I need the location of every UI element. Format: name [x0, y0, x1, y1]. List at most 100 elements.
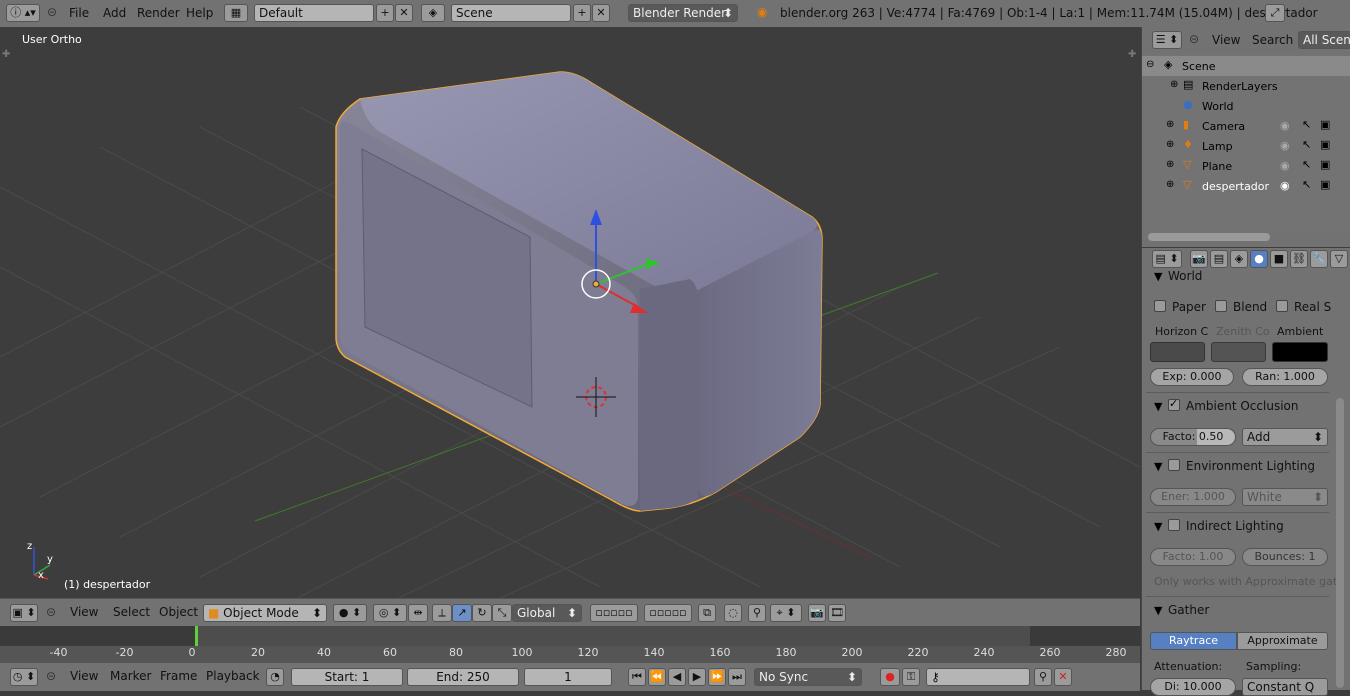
real-sky-checkbox[interactable]: [1276, 300, 1288, 312]
ao-blend-select[interactable]: Add ⬍: [1242, 428, 1328, 446]
3d-viewport[interactable]: z y x User Ortho (1) despertador ✚ ✚: [0, 27, 1140, 598]
horizon-color-swatch[interactable]: [1150, 342, 1205, 362]
expand-icon[interactable]: ⊕: [1166, 179, 1174, 190]
snap-element-select[interactable]: ⌖ ⬍: [770, 604, 802, 622]
editor-type-button[interactable]: ▣ ⬍: [10, 604, 38, 622]
end-frame-field[interactable]: End: 250: [407, 668, 519, 686]
visibility-eye-icon[interactable]: ◉: [1280, 139, 1290, 152]
select-cursor-icon[interactable]: ↖: [1302, 158, 1311, 171]
ambient-occlusion-checkbox[interactable]: ✓: [1168, 397, 1180, 411]
tree-label[interactable]: despertador: [1202, 180, 1269, 193]
sync-select[interactable]: No Sync ⬍: [754, 668, 862, 686]
distance-field[interactable]: Di: 10.000: [1150, 678, 1236, 696]
world-tab-icon[interactable]: ●: [1250, 250, 1268, 268]
blend-sky-checkbox[interactable]: [1215, 300, 1227, 312]
rotate-icon[interactable]: ↻: [472, 604, 492, 622]
display-filter-select[interactable]: All Scenes: [1298, 31, 1350, 49]
collapse-menu-icon[interactable]: ⊝: [47, 5, 57, 19]
current-frame-field[interactable]: 1: [524, 668, 612, 686]
menu-select[interactable]: Select: [113, 605, 150, 619]
add-layout-icon[interactable]: +: [376, 4, 394, 22]
collapse-arrow-icon[interactable]: ▼: [1154, 400, 1162, 413]
collapse-menu-icon[interactable]: ⊝: [1189, 32, 1199, 46]
keying-set-field[interactable]: ⚷: [926, 668, 1030, 686]
expand-icon[interactable]: ⊕: [1166, 119, 1174, 130]
render-engine-select[interactable]: Blender Render ⬍: [628, 4, 738, 22]
render-camera-icon[interactable]: ▣: [1320, 158, 1330, 171]
corner-plus-icon[interactable]: ✚: [1128, 49, 1136, 60]
expand-icon[interactable]: ⊕: [1170, 79, 1178, 90]
select-cursor-icon[interactable]: ↖: [1302, 178, 1311, 191]
render-camera-icon[interactable]: ▣: [1320, 118, 1330, 131]
collapse-menu-icon[interactable]: ⊝: [46, 669, 56, 683]
menu-file[interactable]: File: [69, 6, 89, 20]
tree-row-lamp[interactable]: ⊕ ♦ Lamp ◉ ↖ ▣: [1142, 136, 1350, 156]
tree-label[interactable]: Camera: [1202, 120, 1245, 133]
render-animation-icon[interactable]: 🎞: [828, 604, 846, 622]
jump-end-icon[interactable]: ⏭: [728, 668, 746, 686]
range-field[interactable]: Ran: 1.000: [1242, 368, 1328, 386]
expand-icon[interactable]: ⊖: [1146, 59, 1154, 70]
paper-sky-checkbox[interactable]: [1154, 300, 1166, 312]
start-frame-field[interactable]: Start: 1: [291, 668, 403, 686]
render-tab-icon[interactable]: 📷: [1190, 250, 1208, 268]
menu-playback[interactable]: Playback: [206, 669, 260, 683]
screen-layout-field[interactable]: Default: [254, 4, 374, 22]
properties-editor[interactable]: ▤ ⬍ 📷 ▤ ◈ ● ■ ⛓ 🔧 ▽ ▼ World Paper Blend …: [1141, 248, 1350, 696]
tree-label[interactable]: Plane: [1202, 160, 1232, 173]
editor-type-button[interactable]: ⓘ ▴▾: [6, 4, 40, 22]
snap-toggle-icon[interactable]: ⚲: [748, 604, 766, 622]
play-reverse-icon[interactable]: ◀: [668, 668, 686, 686]
tree-label[interactable]: Lamp: [1202, 140, 1233, 153]
select-cursor-icon[interactable]: ↖: [1302, 118, 1311, 131]
modifiers-tab-icon[interactable]: 🔧: [1310, 250, 1328, 268]
indirect-bounces-field[interactable]: Bounces: 1: [1242, 548, 1328, 566]
scene-icon[interactable]: ◈: [421, 4, 445, 22]
editor-type-button[interactable]: ☰ ⬍: [1152, 31, 1182, 49]
visibility-eye-icon[interactable]: ◉: [1280, 179, 1290, 192]
delete-keyframe-icon[interactable]: ✕: [1054, 668, 1072, 686]
approximate-button[interactable]: Approximate: [1237, 632, 1328, 650]
menu-search[interactable]: Search: [1252, 33, 1293, 47]
tree-row-despertador[interactable]: ⊕ ▽ despertador ◉ ↖ ▣: [1142, 176, 1350, 196]
menu-view[interactable]: View: [70, 605, 98, 619]
layers-grid-1[interactable]: ▫▫▫▫▫: [590, 604, 638, 622]
corner-plus-icon[interactable]: ✚: [2, 49, 10, 60]
exposure-field[interactable]: Exp: 0.000: [1150, 368, 1234, 386]
collapse-menu-icon[interactable]: ⊝: [46, 605, 56, 619]
raytrace-button[interactable]: Raytrace: [1150, 632, 1237, 650]
tree-label[interactable]: RenderLayers: [1202, 80, 1278, 93]
menu-view[interactable]: View: [70, 669, 98, 683]
remove-scene-icon[interactable]: ✕: [592, 4, 610, 22]
lock-layers-icon[interactable]: ⧉: [698, 604, 716, 622]
shading-select[interactable]: ● ⬍: [333, 604, 367, 622]
proportional-edit-icon[interactable]: ◌: [724, 604, 742, 622]
indirect-lighting-checkbox[interactable]: [1168, 519, 1180, 531]
tree-row-renderlayers[interactable]: ⊕ ▤ RenderLayers: [1142, 76, 1350, 96]
outliner-scrollbar[interactable]: [1148, 233, 1270, 241]
expand-icon[interactable]: ⊕: [1166, 159, 1174, 170]
layers-grid-2[interactable]: ▫▫▫▫▫: [644, 604, 692, 622]
scene-field[interactable]: Scene: [451, 4, 571, 22]
menu-object[interactable]: Object: [159, 605, 198, 619]
despertador-mesh[interactable]: [335, 71, 823, 512]
editor-type-button[interactable]: ▤ ⬍: [1152, 250, 1182, 268]
zenith-color-swatch[interactable]: [1211, 342, 1266, 362]
pivot-select[interactable]: ◎ ⬍: [373, 604, 407, 622]
jump-keyframe-back-icon[interactable]: ⏪: [648, 668, 666, 686]
render-camera-icon[interactable]: ▣: [1320, 138, 1330, 151]
render-camera-icon[interactable]: ▣: [1320, 178, 1330, 191]
tree-label[interactable]: World: [1202, 100, 1234, 113]
data-tab-icon[interactable]: ▽: [1330, 250, 1348, 268]
orientation-select[interactable]: Global ⬍: [512, 604, 582, 622]
play-icon[interactable]: ▶: [688, 668, 706, 686]
ao-factor-field[interactable]: Facto: 0.50: [1150, 428, 1236, 446]
environment-lighting-checkbox[interactable]: [1168, 459, 1180, 471]
menu-frame[interactable]: Frame: [160, 669, 197, 683]
outliner[interactable]: ☰ ⬍ ⊝ View Search All Scenes ⊖ ◈ Scene ⊕…: [1141, 27, 1350, 247]
fullscreen-icon[interactable]: ⤢: [1265, 4, 1285, 22]
mode-select[interactable]: ■ Object Mode ⬍: [203, 604, 327, 622]
env-energy-field[interactable]: Ener: 1.000: [1150, 488, 1236, 506]
tree-row-scene[interactable]: ⊖ ◈ Scene: [1142, 56, 1350, 76]
expand-icon[interactable]: ⊕: [1166, 139, 1174, 150]
